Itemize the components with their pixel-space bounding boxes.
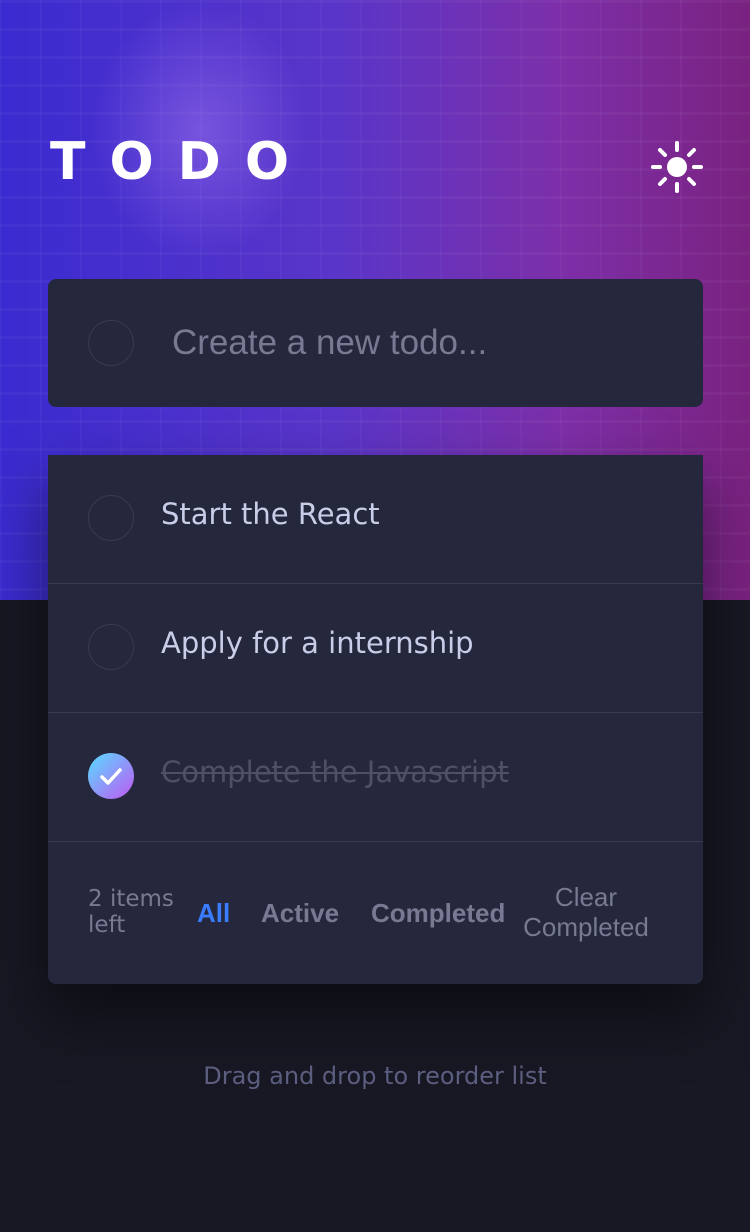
todo-text: Start the React xyxy=(161,497,380,531)
todo-item[interactable]: Apply for a internship xyxy=(48,584,703,713)
sun-icon xyxy=(651,141,703,193)
todo-text: Apply for a internship xyxy=(161,626,474,660)
check-icon xyxy=(100,768,122,785)
filter-all[interactable]: All xyxy=(197,898,230,929)
todo-checkbox[interactable] xyxy=(88,624,134,670)
new-todo-bar xyxy=(48,279,703,407)
todo-checkbox-checked[interactable] xyxy=(88,753,134,799)
app-title: TODO xyxy=(50,132,314,192)
todo-item[interactable]: Start the React xyxy=(48,455,703,584)
filter-active[interactable]: Active xyxy=(261,898,339,929)
items-left-count: 2 items left xyxy=(88,886,174,938)
filter-completed[interactable]: Completed xyxy=(371,898,505,929)
new-todo-input[interactable] xyxy=(172,313,672,373)
theme-toggle-button[interactable] xyxy=(650,140,704,194)
todo-text: Complete the Javascript xyxy=(161,755,509,789)
new-todo-checkbox[interactable] xyxy=(88,320,134,366)
todo-checkbox[interactable] xyxy=(88,495,134,541)
background-glow xyxy=(90,0,310,260)
drag-drop-hint: Drag and drop to reorder list xyxy=(203,1062,547,1090)
todo-item[interactable]: Complete the Javascript xyxy=(48,713,703,842)
clear-completed-button[interactable]: Clear Completed xyxy=(522,882,650,942)
todo-list: Start the React Apply for a internship C… xyxy=(48,455,703,984)
list-footer: 2 items left All Active Completed Clear … xyxy=(48,842,703,984)
